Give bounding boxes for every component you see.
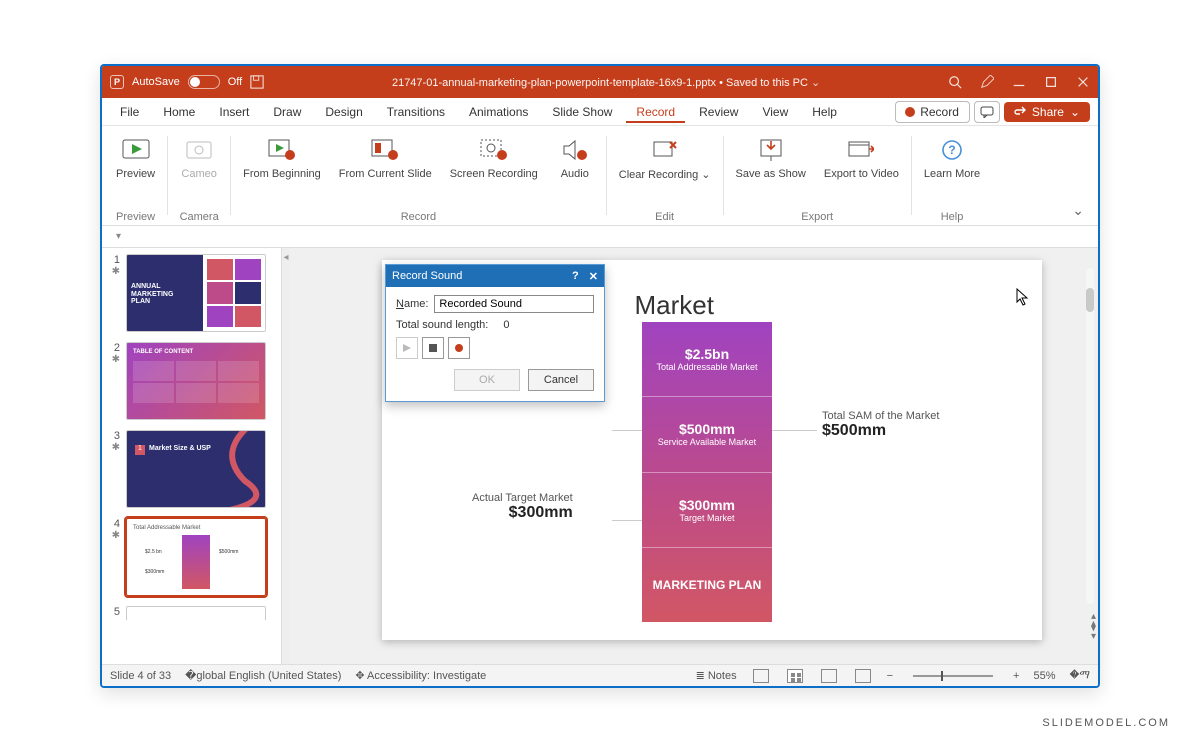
- ribbon-group-export: Save as Show Export to Video Export: [726, 126, 909, 225]
- view-normal-icon[interactable]: [753, 669, 769, 683]
- cancel-button[interactable]: Cancel: [528, 369, 594, 391]
- slide-counter[interactable]: Slide 4 of 33: [110, 670, 171, 682]
- ribbon-clear-recording[interactable]: Clear Recording ⌄: [611, 130, 719, 208]
- ribbon-from-current[interactable]: From Current Slide: [331, 130, 440, 208]
- menu-view[interactable]: View: [752, 101, 798, 123]
- thumb-2[interactable]: TABLE OF CONTENT: [126, 342, 266, 420]
- thumb-5[interactable]: [126, 606, 266, 620]
- ribbon-screen-recording[interactable]: Screen Recording: [442, 130, 546, 208]
- quick-access-row: ▾: [102, 226, 1098, 248]
- language-indicator[interactable]: �global English (United States): [185, 669, 341, 682]
- dialog-help-icon[interactable]: ?: [572, 270, 579, 283]
- watermark: SLIDEMODEL.COM: [1042, 717, 1170, 729]
- ribbon-group-record: From Beginning From Current Slide Screen…: [233, 126, 604, 225]
- ok-button[interactable]: OK: [454, 369, 520, 391]
- menu-review[interactable]: Review: [689, 101, 748, 123]
- play-button[interactable]: [396, 337, 418, 359]
- thumb-row-5[interactable]: 5: [106, 606, 277, 620]
- record-sound-dialog: Record Sound ? ✕ Name: Total sound lengt…: [385, 264, 605, 402]
- zoom-percent[interactable]: 55%: [1033, 670, 1055, 682]
- record-start-button[interactable]: [448, 337, 470, 359]
- vertical-scrollbar-thumb[interactable]: [1086, 288, 1094, 312]
- left-callout: Actual Target Market $300mm: [472, 492, 573, 522]
- status-bar: Slide 4 of 33 �global English (United St…: [102, 664, 1098, 686]
- ribbon-preview[interactable]: Preview: [108, 130, 163, 208]
- ribbon-group-edit: Clear Recording ⌄ Edit: [609, 126, 721, 225]
- view-slideshow-icon[interactable]: [855, 669, 871, 683]
- thumb-row-2[interactable]: 2✱ TABLE OF CONTENT: [106, 342, 277, 420]
- view-sorter-icon[interactable]: [787, 669, 803, 683]
- ribbon-group-preview: Preview Preview: [106, 126, 165, 225]
- thumb-row-1[interactable]: 1✱ ANNUAL MARKETING PLAN: [106, 254, 277, 332]
- fit-to-window-icon[interactable]: �ማ: [1070, 669, 1091, 682]
- ribbon-group-help: ? Learn More Help: [914, 126, 990, 225]
- dialog-titlebar[interactable]: Record Sound ? ✕: [386, 265, 604, 287]
- zoom-in-icon[interactable]: +: [1013, 670, 1019, 682]
- app-icon: P: [110, 75, 124, 89]
- powerpoint-window: P AutoSave Off 21747-01-annual-marketing…: [100, 64, 1100, 688]
- pen-icon[interactable]: [980, 75, 994, 89]
- menu-insert[interactable]: Insert: [209, 101, 259, 123]
- view-reading-icon[interactable]: [821, 669, 837, 683]
- zoom-out-icon[interactable]: −: [887, 670, 893, 682]
- maximize-icon[interactable]: [1044, 75, 1058, 89]
- svg-text:?: ?: [948, 143, 955, 157]
- menu-animations[interactable]: Animations: [459, 101, 538, 123]
- ribbon: Preview Preview Cameo Camera From Beginn…: [102, 126, 1098, 226]
- slide-canvas-area[interactable]: Total Addressable Market $2.5bnTotal Add…: [290, 248, 1098, 664]
- dialog-title-text: Record Sound: [392, 270, 462, 282]
- ribbon-learn-more[interactable]: ? Learn More: [916, 130, 988, 208]
- menu-help[interactable]: Help: [802, 101, 847, 123]
- ribbon-group-camera: Cameo Camera: [170, 126, 228, 225]
- menu-bar: File Home Insert Draw Design Transitions…: [102, 98, 1098, 126]
- right-callout: Total SAM of the Market $500mm: [822, 410, 939, 440]
- vertical-scrollbar-track[interactable]: [1086, 268, 1094, 604]
- menu-slideshow[interactable]: Slide Show: [542, 101, 622, 123]
- autosave-toggle[interactable]: [188, 75, 220, 89]
- stop-button[interactable]: [422, 337, 444, 359]
- search-icon[interactable]: [948, 75, 962, 89]
- ribbon-export-video[interactable]: Export to Video: [816, 130, 907, 208]
- thumb-4[interactable]: Total Addressable Market $2.5 bn $500mm …: [126, 518, 266, 596]
- ribbon-collapse-icon[interactable]: ⌄: [1062, 196, 1094, 225]
- thumb-row-4[interactable]: 4✱ Total Addressable Market $2.5 bn $500…: [106, 518, 277, 596]
- ribbon-audio[interactable]: Audio: [548, 130, 602, 208]
- menu-record[interactable]: Record: [626, 101, 685, 123]
- menu-file[interactable]: File: [110, 101, 149, 123]
- menu-draw[interactable]: Draw: [263, 101, 311, 123]
- menu-transitions[interactable]: Transitions: [377, 101, 455, 123]
- funnel-chart: $2.5bnTotal Addressable Market $500mmSer…: [642, 322, 772, 622]
- thumb-3[interactable]: 1 Market Size & USP: [126, 430, 266, 508]
- autosave-label: AutoSave: [132, 76, 180, 88]
- share-button[interactable]: Share⌄: [1004, 102, 1090, 122]
- thumb-1[interactable]: ANNUAL MARKETING PLAN: [126, 254, 266, 332]
- record-button[interactable]: Record: [895, 101, 970, 123]
- ribbon-cameo[interactable]: Cameo: [172, 130, 226, 208]
- ribbon-save-as-show[interactable]: Save as Show: [728, 130, 814, 208]
- panel-splitter[interactable]: ◂: [282, 248, 290, 664]
- notes-toggle[interactable]: ≣ Notes: [696, 669, 737, 682]
- ribbon-from-beginning[interactable]: From Beginning: [235, 130, 329, 208]
- sound-name-input[interactable]: [434, 295, 594, 313]
- minimize-icon[interactable]: [1012, 75, 1026, 89]
- accessibility-indicator[interactable]: ✥ Accessibility: Investigate: [355, 669, 486, 682]
- thumb-row-3[interactable]: 3✱ 1 Market Size & USP: [106, 430, 277, 508]
- length-value: 0: [503, 319, 509, 331]
- autosave-state: Off: [228, 76, 242, 88]
- comments-button[interactable]: [974, 101, 1000, 123]
- menu-home[interactable]: Home: [153, 101, 205, 123]
- zoom-slider[interactable]: [913, 675, 993, 677]
- title-bar: P AutoSave Off 21747-01-annual-marketing…: [102, 66, 1098, 98]
- menu-design[interactable]: Design: [315, 101, 372, 123]
- name-label: Name:: [396, 298, 428, 310]
- slide-thumbnails-panel[interactable]: 1✱ ANNUAL MARKETING PLAN 2✱ TABLE OF CON…: [102, 248, 282, 664]
- slide-nav-arrows[interactable]: ▴⧫▾: [1091, 612, 1096, 642]
- dialog-close-icon[interactable]: ✕: [589, 270, 598, 283]
- window-title: 21747-01-annual-marketing-plan-powerpoin…: [264, 76, 948, 89]
- save-icon[interactable]: [250, 75, 264, 89]
- close-icon[interactable]: [1076, 75, 1090, 89]
- length-label: Total sound length:: [396, 319, 488, 331]
- workspace: 1✱ ANNUAL MARKETING PLAN 2✱ TABLE OF CON…: [102, 248, 1098, 664]
